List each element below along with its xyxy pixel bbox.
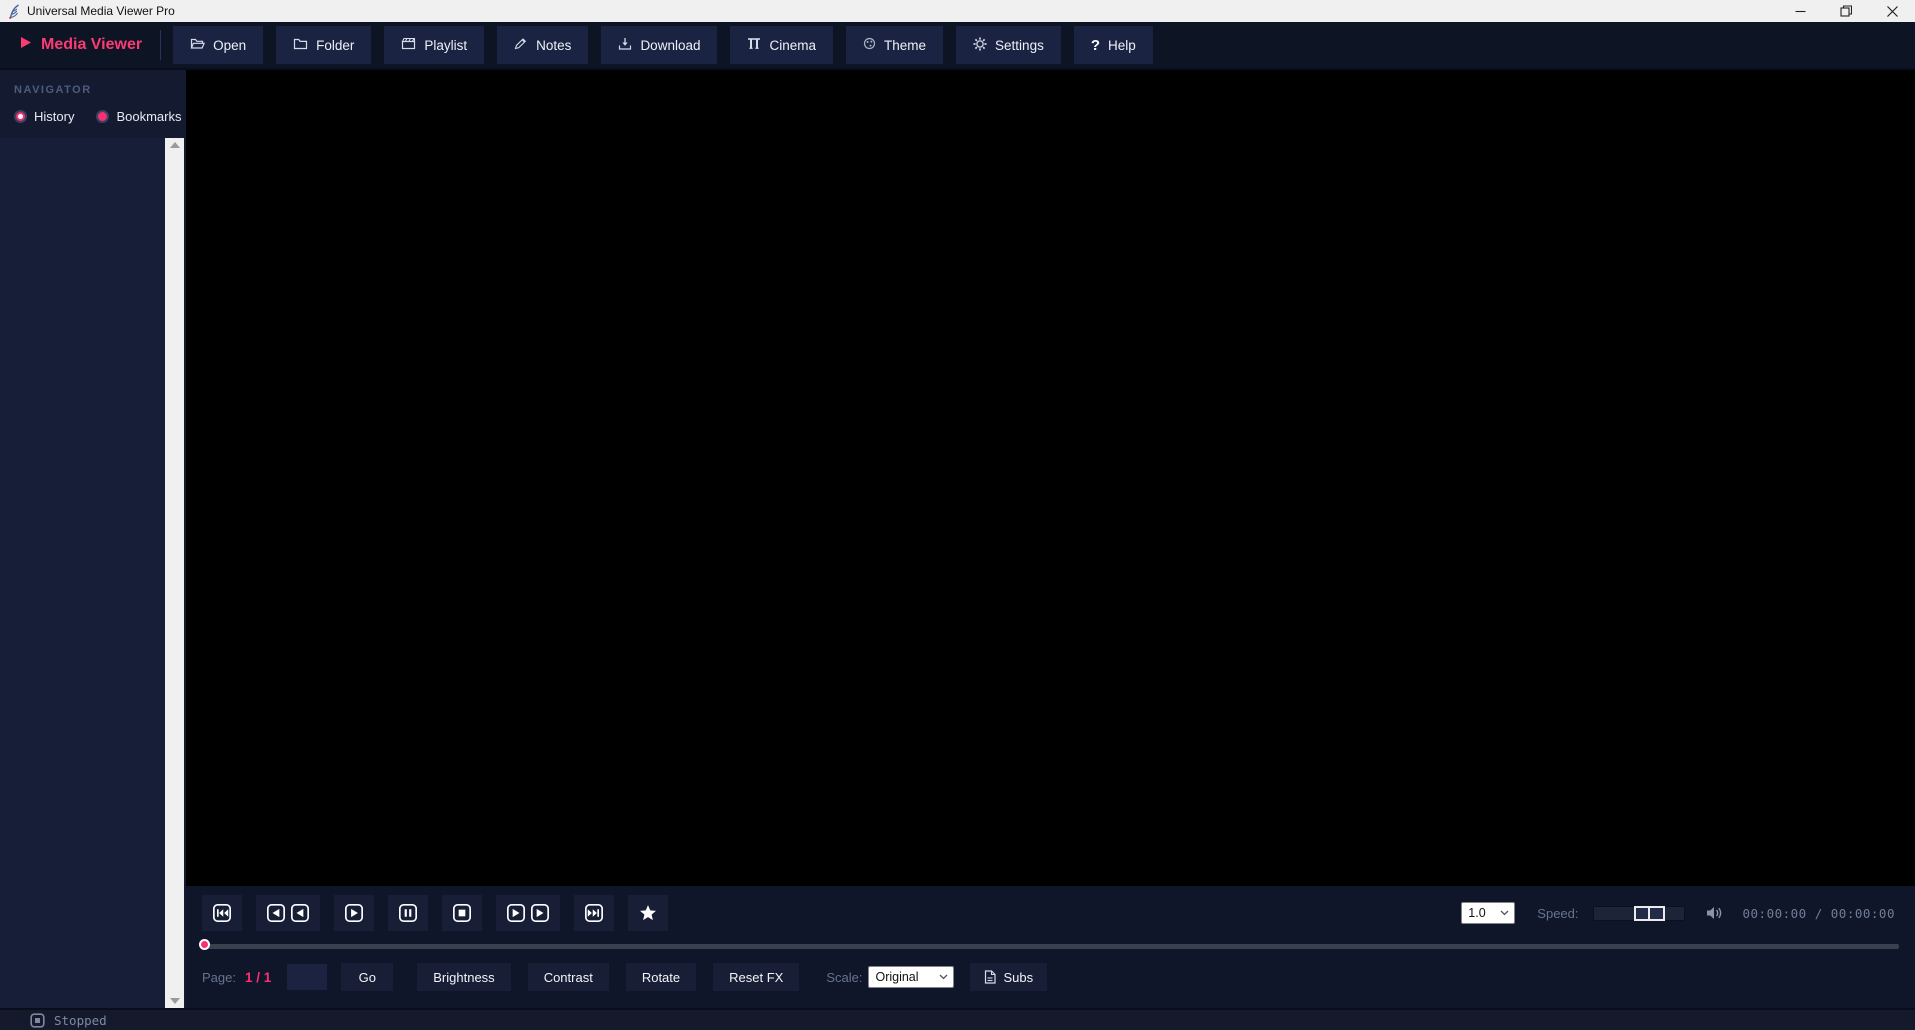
scroll-down-icon[interactable] <box>169 998 180 1004</box>
download-tray-icon <box>618 37 632 53</box>
pen-icon <box>514 37 528 53</box>
statusbar: Stopped <box>0 1008 1915 1030</box>
star-icon[interactable] <box>628 895 668 931</box>
pause-icon[interactable] <box>388 895 428 931</box>
navigator-scrollbar[interactable] <box>165 138 184 1008</box>
stop-icon[interactable] <box>442 895 482 931</box>
gear-icon <box>973 37 987 54</box>
subs-button[interactable]: Subs <box>970 963 1048 991</box>
rotate-button[interactable]: Rotate <box>625 963 697 991</box>
main-toolbar: Media Viewer Open Folder Playlist Notes … <box>0 22 1915 70</box>
player-controls: 1.0 Speed: 00:00:00 / 00:00:00 Page: 1 /… <box>186 886 1915 1008</box>
fast-forward-icon[interactable] <box>496 895 560 931</box>
brightness-button[interactable]: Brightness <box>417 963 511 991</box>
scale-combobox[interactable]: Original <box>868 966 955 988</box>
page-value: 1 / 1 <box>244 969 272 985</box>
app-brand: Media Viewer <box>0 36 160 54</box>
notes-button[interactable]: Notes <box>497 26 589 64</box>
theme-sphere-icon <box>863 37 876 53</box>
play-icon <box>20 36 32 54</box>
contrast-button[interactable]: Contrast <box>527 963 609 991</box>
film-strip-icon <box>747 37 761 53</box>
chevron-down-icon <box>1500 910 1514 916</box>
cinema-button[interactable]: Cinema <box>730 26 834 64</box>
speed-slider[interactable] <box>1592 905 1685 921</box>
speaker-icon <box>1705 905 1723 921</box>
radio-icon <box>96 110 110 123</box>
scale-label: Scale: <box>826 969 863 985</box>
theme-button[interactable]: Theme <box>846 26 944 64</box>
navigator-list-wrap <box>0 138 186 1008</box>
window-title: Universal Media Viewer Pro <box>27 4 175 18</box>
scroll-up-icon[interactable] <box>169 142 180 148</box>
skip-start-icon[interactable] <box>202 895 242 931</box>
open-folder-icon <box>190 37 206 53</box>
brand-label: Media Viewer <box>41 36 143 53</box>
window-controls <box>1777 0 1915 22</box>
page-label: Page: <box>202 969 236 985</box>
bookmarks-radio[interactable]: Bookmarks <box>96 109 181 124</box>
open-button[interactable]: Open <box>173 26 264 64</box>
stop-icon <box>30 1012 45 1028</box>
speed-combobox[interactable]: 1.0 <box>1461 902 1516 924</box>
app-window: Universal Media Viewer Pro Media Viewer … <box>0 0 1915 1030</box>
speed-value: 1.0 <box>1468 906 1486 920</box>
page-input[interactable] <box>287 964 328 990</box>
go-button[interactable]: Go <box>341 963 394 991</box>
titlebar: Universal Media Viewer Pro <box>0 0 1915 22</box>
reset-fx-button[interactable]: Reset FX <box>713 963 800 991</box>
subtitles-doc-icon <box>984 970 997 984</box>
navigator-tabs: History Bookmarks <box>14 109 186 124</box>
scale-value: Original <box>875 970 919 984</box>
time-display: 00:00:00 / 00:00:00 <box>1742 905 1895 921</box>
question-icon: ? <box>1090 36 1100 54</box>
seek-handle[interactable] <box>199 939 210 950</box>
play-icon[interactable] <box>334 895 374 931</box>
speed-slider-handle[interactable] <box>1633 905 1665 921</box>
radio-icon <box>14 110 27 123</box>
download-button[interactable]: Download <box>601 26 718 64</box>
folder-icon <box>293 37 308 53</box>
folder-button[interactable]: Folder <box>276 26 372 64</box>
help-button[interactable]: ? Help <box>1073 26 1153 64</box>
skip-end-icon[interactable] <box>574 895 614 931</box>
navigator-listbox[interactable] <box>0 138 165 1008</box>
history-radio[interactable]: History <box>14 109 74 124</box>
maximize-restore-icon[interactable] <box>1823 0 1869 22</box>
feather-app-icon <box>8 3 21 19</box>
minimize-icon[interactable] <box>1777 0 1823 22</box>
speed-label: Speed: <box>1537 905 1579 921</box>
navigator-header: NAVIGATOR <box>14 84 92 96</box>
rewind-icon[interactable] <box>256 895 320 931</box>
chevron-down-icon <box>939 974 953 980</box>
settings-button[interactable]: Settings <box>956 26 1061 64</box>
clapperboard-icon <box>401 37 416 53</box>
status-text: Stopped <box>54 1012 107 1028</box>
seek-bar[interactable] <box>199 939 1899 950</box>
toolbar-divider <box>160 30 162 60</box>
navigator-panel: NAVIGATOR History Bookmarks <box>0 70 186 1008</box>
close-icon[interactable] <box>1869 0 1915 22</box>
playlist-button[interactable]: Playlist <box>384 26 485 64</box>
media-canvas[interactable] <box>186 70 1915 886</box>
